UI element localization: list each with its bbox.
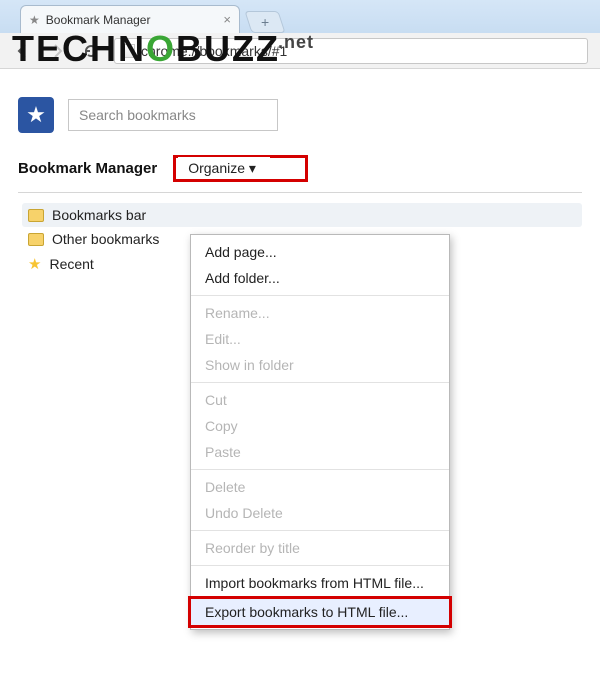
plus-icon: +	[261, 14, 269, 30]
menu-add-page[interactable]: Add page...	[191, 239, 449, 265]
forward-button[interactable]	[46, 40, 68, 62]
back-button[interactable]	[12, 40, 34, 62]
menu-delete: Delete	[191, 474, 449, 500]
menu-rename: Rename...	[191, 300, 449, 326]
close-icon[interactable]: ×	[223, 12, 231, 27]
star-icon: ★	[28, 255, 41, 273]
address-bar[interactable]: chrome://bookmarks/#1	[114, 38, 588, 64]
tree-item-label: Recent	[49, 256, 93, 272]
folder-icon	[28, 233, 44, 246]
page-icon	[121, 44, 135, 58]
tab-title: Bookmark Manager	[46, 13, 218, 27]
search-input[interactable]: Search bookmarks	[68, 99, 278, 131]
menu-separator	[191, 530, 449, 531]
bookmarks-logo: ★	[18, 97, 54, 133]
menu-show-in-folder: Show in folder	[191, 352, 449, 378]
menu-reorder: Reorder by title	[191, 535, 449, 561]
new-tab-button[interactable]: +	[244, 11, 285, 33]
tab-strip: ★ Bookmark Manager × +	[0, 0, 600, 33]
menu-copy: Copy	[191, 413, 449, 439]
organize-button[interactable]: Organize ▾	[178, 157, 270, 179]
tree-item-bookmarks-bar[interactable]: Bookmarks bar	[22, 203, 582, 227]
star-icon: ★	[29, 13, 40, 27]
chevron-down-icon: ▾	[245, 160, 256, 176]
menu-cut: Cut	[191, 387, 449, 413]
divider	[18, 192, 582, 193]
organize-highlight: Organize ▾	[173, 155, 308, 182]
menu-undo-delete: Undo Delete	[191, 500, 449, 526]
browser-toolbar: chrome://bookmarks/#1	[0, 33, 600, 69]
menu-import[interactable]: Import bookmarks from HTML file...	[191, 570, 449, 596]
menu-separator	[191, 382, 449, 383]
tree-item-label: Other bookmarks	[52, 231, 159, 247]
reload-button[interactable]	[80, 40, 102, 62]
menu-separator	[191, 565, 449, 566]
menu-export[interactable]: Export bookmarks to HTML file...	[191, 599, 449, 625]
tree-item-label: Bookmarks bar	[52, 207, 146, 223]
menu-edit: Edit...	[191, 326, 449, 352]
url-text: chrome://bookmarks/#1	[141, 43, 287, 59]
search-placeholder: Search bookmarks	[79, 107, 196, 123]
page-title: Bookmark Manager	[18, 160, 157, 177]
export-highlight: Export bookmarks to HTML file...	[188, 596, 452, 628]
folder-icon	[28, 209, 44, 222]
browser-tab[interactable]: ★ Bookmark Manager ×	[20, 5, 240, 33]
menu-separator	[191, 295, 449, 296]
menu-add-folder[interactable]: Add folder...	[191, 265, 449, 291]
menu-separator	[191, 469, 449, 470]
organize-menu: Add page... Add folder... Rename... Edit…	[190, 234, 450, 630]
menu-paste: Paste	[191, 439, 449, 465]
